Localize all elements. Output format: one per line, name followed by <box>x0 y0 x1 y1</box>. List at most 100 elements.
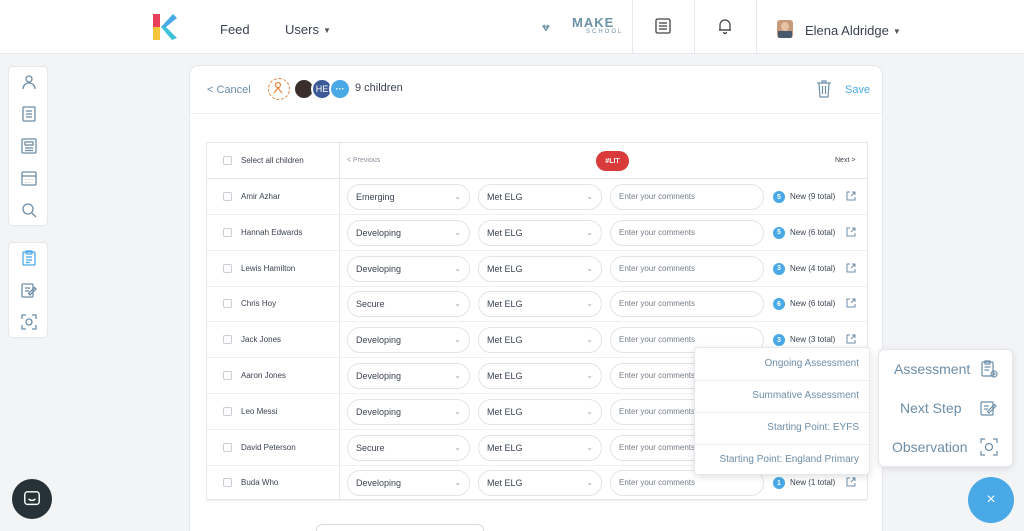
child-name[interactable]: Hannah Edwards <box>241 228 302 237</box>
development-level-select[interactable]: Secure ⌄ <box>347 291 470 318</box>
calendar-icon <box>21 171 37 186</box>
fab-item-assessment[interactable]: Assessment <box>879 350 1012 389</box>
row-checkbox[interactable] <box>223 299 232 309</box>
elg-select[interactable]: Met ELG ⌄ <box>478 291 602 318</box>
status-label[interactable]: New (6 total) <box>790 228 835 237</box>
row-checkbox[interactable] <box>223 406 232 416</box>
row-checkbox[interactable] <box>223 335 232 345</box>
row-checkbox[interactable] <box>223 263 232 273</box>
fab-item-next-step[interactable]: Next Step <box>879 389 1012 428</box>
external-link-icon[interactable] <box>846 477 856 487</box>
elg-value: Met ELG <box>487 442 523 453</box>
development-level-select[interactable]: Secure ⌄ <box>347 434 470 461</box>
chevron-down-icon: ⌄ <box>586 478 593 488</box>
status-label[interactable]: New (9 total) <box>790 192 835 201</box>
chevron-down-icon: ⌄ <box>586 442 593 452</box>
menu-item-ongoing-assessment[interactable]: Ongoing Assessment <box>765 358 860 369</box>
development-level-select[interactable]: Emerging ⌄ <box>347 184 470 210</box>
sidebar-item-notes[interactable] <box>9 275 49 305</box>
row-checkbox[interactable] <box>223 192 232 201</box>
sidebar-item-profile[interactable] <box>9 67 49 97</box>
bell-icon[interactable] <box>716 17 734 35</box>
news-icon[interactable] <box>654 17 672 35</box>
select-all-label[interactable]: Select all children <box>241 156 304 165</box>
elg-select[interactable]: Met ELG ⌄ <box>478 470 602 497</box>
next-button[interactable]: Next > <box>835 157 855 164</box>
child-name[interactable]: Lewis Hamilton <box>241 264 295 273</box>
child-name[interactable]: Amir Azhar <box>241 192 280 201</box>
previous-button[interactable]: < Previous <box>347 157 380 164</box>
brand-subtitle: SCHOOL <box>586 29 624 35</box>
fab-item-label: Next Step <box>900 400 962 416</box>
elg-select[interactable]: Met ELG ⌄ <box>478 219 602 246</box>
row-checkbox[interactable] <box>223 227 232 237</box>
chat-icon <box>24 491 40 506</box>
external-link-icon[interactable] <box>846 263 856 273</box>
fab-item-label: Observation <box>892 439 968 455</box>
menu-item-starting-point-eyfs[interactable]: Starting Point: EYFS <box>767 422 859 433</box>
avatar[interactable] <box>777 20 793 38</box>
development-level-select[interactable]: Developing ⌄ <box>347 363 470 389</box>
menu-item-starting-point-england-primary[interactable]: Starting Point: England Primary <box>719 454 859 465</box>
close-menu-button[interactable]: × <box>968 477 1014 523</box>
chat-launcher-button[interactable] <box>12 479 52 519</box>
fab-item-label: Assessment <box>894 361 971 377</box>
external-link-icon[interactable] <box>846 227 856 237</box>
development-level-select[interactable]: Developing ⌄ <box>347 470 470 497</box>
row-checkbox[interactable] <box>223 371 232 380</box>
fab-item-observation[interactable]: Observation <box>879 428 1012 467</box>
child-name[interactable]: Buda Who <box>241 478 278 487</box>
child-placeholder-avatar[interactable] <box>268 78 290 100</box>
comment-input[interactable]: Enter your comments <box>610 184 764 210</box>
sidebar-item-calendar[interactable] <box>9 163 49 193</box>
elg-select[interactable]: Met ELG ⌄ <box>478 255 602 282</box>
comment-input[interactable]: Enter your comments <box>610 291 764 318</box>
row-checkbox[interactable] <box>223 478 232 488</box>
comment-input[interactable]: Enter your comments <box>610 219 764 246</box>
status-label[interactable]: New (3 total) <box>790 335 835 344</box>
sidebar-item-scan[interactable] <box>9 307 49 337</box>
user-menu[interactable]: Elena Aldridge ▼ <box>805 23 901 38</box>
elg-select[interactable]: Met ELG ⌄ <box>478 398 602 425</box>
nav-feed-link[interactable]: Feed <box>220 22 250 37</box>
development-level-select[interactable]: Developing ⌄ <box>347 255 470 282</box>
status-label[interactable]: New (1 total) <box>790 478 835 487</box>
trash-icon[interactable] <box>816 80 832 98</box>
sidebar-item-news[interactable] <box>9 131 49 161</box>
nav-users-dropdown[interactable]: Users ▼ <box>285 22 331 37</box>
child-name[interactable]: Leo Messi <box>241 407 277 416</box>
development-level-select[interactable]: Developing ⌄ <box>347 398 470 425</box>
development-level-select[interactable]: Developing ⌄ <box>347 327 470 354</box>
more-children-button[interactable]: ··· <box>329 78 351 100</box>
comment-input[interactable]: Enter your comments <box>610 255 764 282</box>
sidebar-item-search[interactable] <box>9 195 49 225</box>
external-link-icon[interactable] <box>846 298 856 308</box>
elg-select[interactable]: Met ELG ⌄ <box>478 434 602 461</box>
chevron-down-icon: ⌄ <box>454 227 461 237</box>
child-name[interactable]: David Peterson <box>241 443 296 452</box>
cancel-link[interactable]: < Cancel <box>207 84 251 96</box>
app-logo[interactable] <box>153 14 177 40</box>
chevron-down-icon: ⌄ <box>454 478 461 488</box>
divider <box>756 0 757 54</box>
save-button[interactable]: Save <box>845 84 870 96</box>
sidebar-item-assessments[interactable] <box>9 243 49 273</box>
external-link-icon[interactable] <box>846 334 856 344</box>
sidebar-item-documents[interactable] <box>9 99 49 129</box>
development-level-select[interactable]: Developing ⌄ <box>347 219 470 246</box>
aspect-tag[interactable]: #LIT <box>596 151 629 171</box>
child-name[interactable]: Chris Hoy <box>241 299 276 308</box>
select-all-checkbox[interactable] <box>223 156 232 165</box>
child-name[interactable]: Aaron Jones <box>241 371 286 380</box>
child-name[interactable]: Jack Jones <box>241 335 281 344</box>
selected-children-count[interactable]: 9 children <box>355 82 403 94</box>
elg-select[interactable]: Met ELG ⌄ <box>478 184 602 210</box>
row-checkbox[interactable] <box>223 442 232 452</box>
elg-select[interactable]: Met ELG ⌄ <box>478 363 602 389</box>
external-link-icon[interactable] <box>846 191 856 201</box>
elg-value: Met ELG <box>487 192 523 202</box>
menu-item-summative-assessment[interactable]: Summative Assessment <box>752 390 859 401</box>
status-label[interactable]: New (4 total) <box>790 264 835 273</box>
elg-select[interactable]: Met ELG ⌄ <box>478 327 602 354</box>
status-label[interactable]: New (6 total) <box>790 299 835 308</box>
